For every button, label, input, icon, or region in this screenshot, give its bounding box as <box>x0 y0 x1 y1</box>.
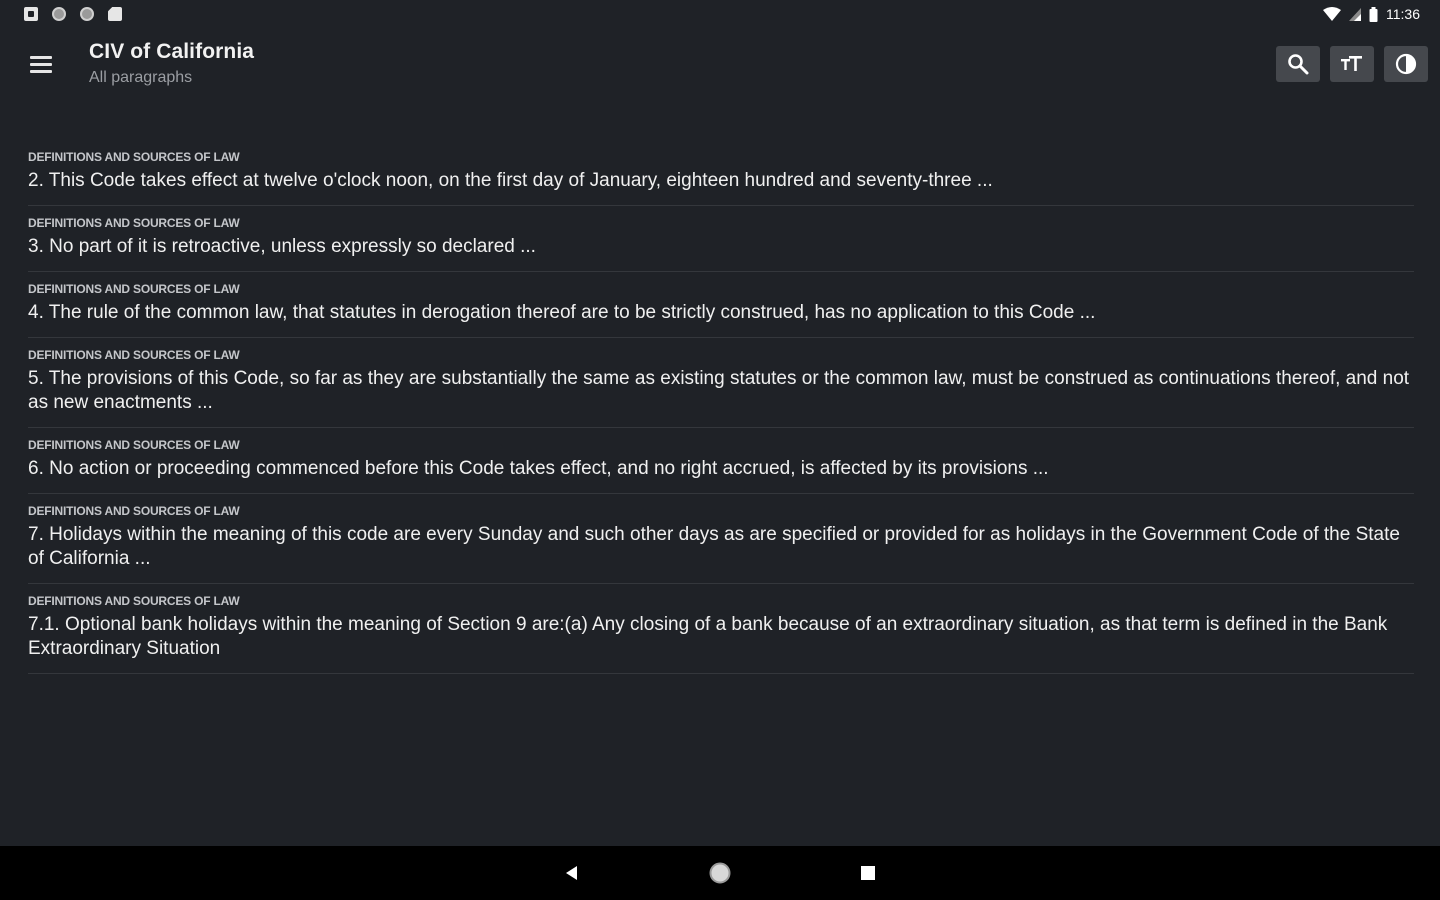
signal-icon <box>1349 8 1361 21</box>
menu-button[interactable] <box>21 44 61 84</box>
item-text: 5. The provisions of this Code, so far a… <box>28 368 1410 413</box>
sd-card-icon <box>108 7 122 21</box>
app-titles: CIV of California All paragraphs <box>89 39 254 89</box>
list-item[interactable]: DEFINITIONS AND SOURCES OF LAW 3. No par… <box>28 206 1414 272</box>
battery-icon <box>1369 6 1378 22</box>
item-category: DEFINITIONS AND SOURCES OF LAW <box>28 438 240 452</box>
item-text: 2. This Code takes effect at twelve o'cl… <box>28 170 993 191</box>
status-right: 11:36 <box>1323 6 1420 22</box>
list-item[interactable]: DEFINITIONS AND SOURCES OF LAW 7.1. Opti… <box>28 584 1414 674</box>
status-bar: 11:36 <box>0 0 1440 28</box>
page-title: CIV of California <box>89 40 255 63</box>
list-item[interactable]: DEFINITIONS AND SOURCES OF LAW 6. No act… <box>28 428 1414 494</box>
back-button[interactable] <box>554 855 590 891</box>
search-icon <box>1288 54 1309 75</box>
item-category: DEFINITIONS AND SOURCES OF LAW <box>28 150 240 164</box>
circle-icon <box>52 7 66 21</box>
text-size-button[interactable] <box>1330 46 1374 82</box>
back-icon <box>566 866 577 880</box>
app-bar-actions <box>1276 46 1428 82</box>
navigation-bar <box>0 846 1440 900</box>
status-time: 11:36 <box>1386 6 1420 22</box>
text-size-icon <box>1341 56 1362 71</box>
app-bar: CIV of California All paragraphs <box>0 28 1440 100</box>
item-category: DEFINITIONS AND SOURCES OF LAW <box>28 282 240 296</box>
item-category: DEFINITIONS AND SOURCES OF LAW <box>28 594 240 608</box>
recents-button[interactable] <box>850 855 886 891</box>
paragraph-list: DEFINITIONS AND SOURCES OF LAW 2. This C… <box>28 140 1414 736</box>
contrast-icon <box>1395 53 1417 75</box>
recents-icon <box>861 866 875 880</box>
item-category: DEFINITIONS AND SOURCES OF LAW <box>28 348 240 362</box>
item-text: 7.1. Optional bank holidays within the m… <box>28 614 1388 659</box>
item-category: DEFINITIONS AND SOURCES OF LAW <box>28 216 240 230</box>
contrast-button[interactable] <box>1384 46 1428 82</box>
page-subtitle: All paragraphs <box>89 69 193 86</box>
wifi-icon <box>1323 7 1341 21</box>
item-text: 3. No part of it is retroactive, unless … <box>28 236 536 257</box>
item-text: 7. Holidays within the meaning of this c… <box>28 524 1400 569</box>
list-item[interactable]: DEFINITIONS AND SOURCES OF LAW 2. This C… <box>28 140 1414 206</box>
list-item[interactable]: DEFINITIONS AND SOURCES OF LAW 4. The ru… <box>28 272 1414 338</box>
circle-icon <box>80 7 94 21</box>
home-button[interactable] <box>702 855 738 891</box>
list-item[interactable]: DEFINITIONS AND SOURCES OF LAW 7. Holida… <box>28 494 1414 584</box>
list-item[interactable]: DEFINITIONS AND SOURCES OF LAW 5. The pr… <box>28 338 1414 428</box>
home-icon <box>709 862 731 884</box>
search-button[interactable] <box>1276 46 1320 82</box>
notification-square-icon <box>24 7 38 21</box>
menu-icon <box>30 55 52 59</box>
item-text: 6. No action or proceeding commenced bef… <box>28 458 1049 479</box>
item-text: 4. The rule of the common law, that stat… <box>28 302 1096 323</box>
status-left-icons <box>24 7 122 21</box>
item-category: DEFINITIONS AND SOURCES OF LAW <box>28 504 240 518</box>
